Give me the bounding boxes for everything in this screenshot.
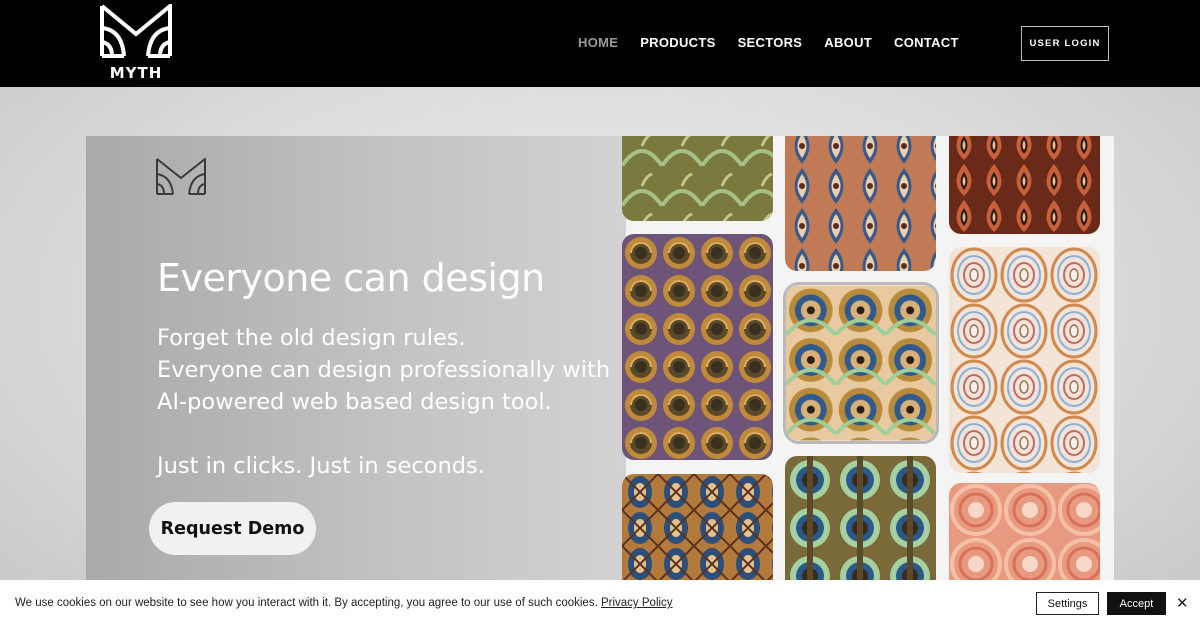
pattern-olive-icon bbox=[622, 136, 773, 221]
site-header: MYTH HOME PRODUCTS SECTORS ABOUT CONTACT… bbox=[0, 0, 1200, 87]
logo-wordmark: MYTH bbox=[109, 64, 163, 82]
pattern-coral-icon bbox=[949, 483, 1100, 586]
hero-logo-icon bbox=[156, 158, 206, 195]
cookie-settings-button[interactable]: Settings bbox=[1036, 592, 1099, 615]
pattern-tile-green-arches bbox=[785, 456, 936, 586]
pattern-tile-purple-circles bbox=[622, 234, 773, 460]
cookie-accept-button[interactable]: Accept bbox=[1107, 592, 1166, 615]
close-icon[interactable]: ✕ bbox=[1176, 593, 1190, 613]
hero-line: Forget the old design rules. bbox=[157, 325, 466, 351]
myth-logo-mark-icon bbox=[100, 1, 172, 58]
nav-contact[interactable]: CONTACT bbox=[894, 35, 959, 50]
cookie-text: We use cookies on our website to see how… bbox=[15, 597, 598, 609]
pattern-tile-ornate-mosaic bbox=[622, 474, 773, 586]
pattern-feather-icon bbox=[785, 136, 936, 271]
cookie-message: We use cookies on our website to see how… bbox=[15, 597, 673, 609]
pattern-tile-feather-red bbox=[785, 136, 936, 271]
pattern-tile-coral-waves bbox=[949, 483, 1100, 586]
pattern-tile-dark-flames bbox=[949, 136, 1100, 234]
pattern-tile-wave-rings bbox=[783, 282, 939, 444]
user-login-button[interactable]: USER LOGIN bbox=[1021, 26, 1109, 61]
privacy-policy-link[interactable]: Privacy Policy bbox=[601, 597, 673, 609]
pattern-tile-olive-scallops bbox=[622, 136, 773, 221]
nav-about[interactable]: ABOUT bbox=[824, 35, 872, 50]
nav-products[interactable]: PRODUCTS bbox=[640, 35, 715, 50]
pattern-swirls-icon bbox=[949, 247, 1100, 473]
hero-text-panel: Everyone can design Forget the old desig… bbox=[86, 136, 626, 586]
pattern-wave-icon bbox=[786, 285, 936, 441]
nav-sectors[interactable]: SECTORS bbox=[738, 35, 803, 50]
hero-line: AI-powered web based design tool. bbox=[157, 389, 552, 415]
cookie-banner: We use cookies on our website to see how… bbox=[0, 580, 1200, 626]
main-nav: HOME PRODUCTS SECTORS ABOUT CONTACT bbox=[578, 35, 981, 50]
nav-home[interactable]: HOME bbox=[578, 35, 618, 50]
hero-tagline: Just in clicks. Just in seconds. bbox=[157, 453, 485, 479]
hero-description: Forget the old design rules. Everyone ca… bbox=[157, 322, 610, 482]
hero-banner: Everyone can design Forget the old desig… bbox=[86, 136, 1114, 586]
myth-logo[interactable]: MYTH bbox=[100, 1, 172, 82]
request-demo-button[interactable]: Request Demo bbox=[149, 502, 316, 555]
hero-title: Everyone can design bbox=[157, 256, 545, 300]
pattern-flames-icon bbox=[949, 136, 1100, 234]
pattern-purple-icon bbox=[622, 234, 773, 460]
pattern-mosaic-icon bbox=[622, 474, 773, 586]
pattern-arches-icon bbox=[785, 456, 936, 586]
pattern-tile-pastel-swirls bbox=[949, 247, 1100, 473]
hero-line: Everyone can design professionally with bbox=[157, 357, 611, 383]
